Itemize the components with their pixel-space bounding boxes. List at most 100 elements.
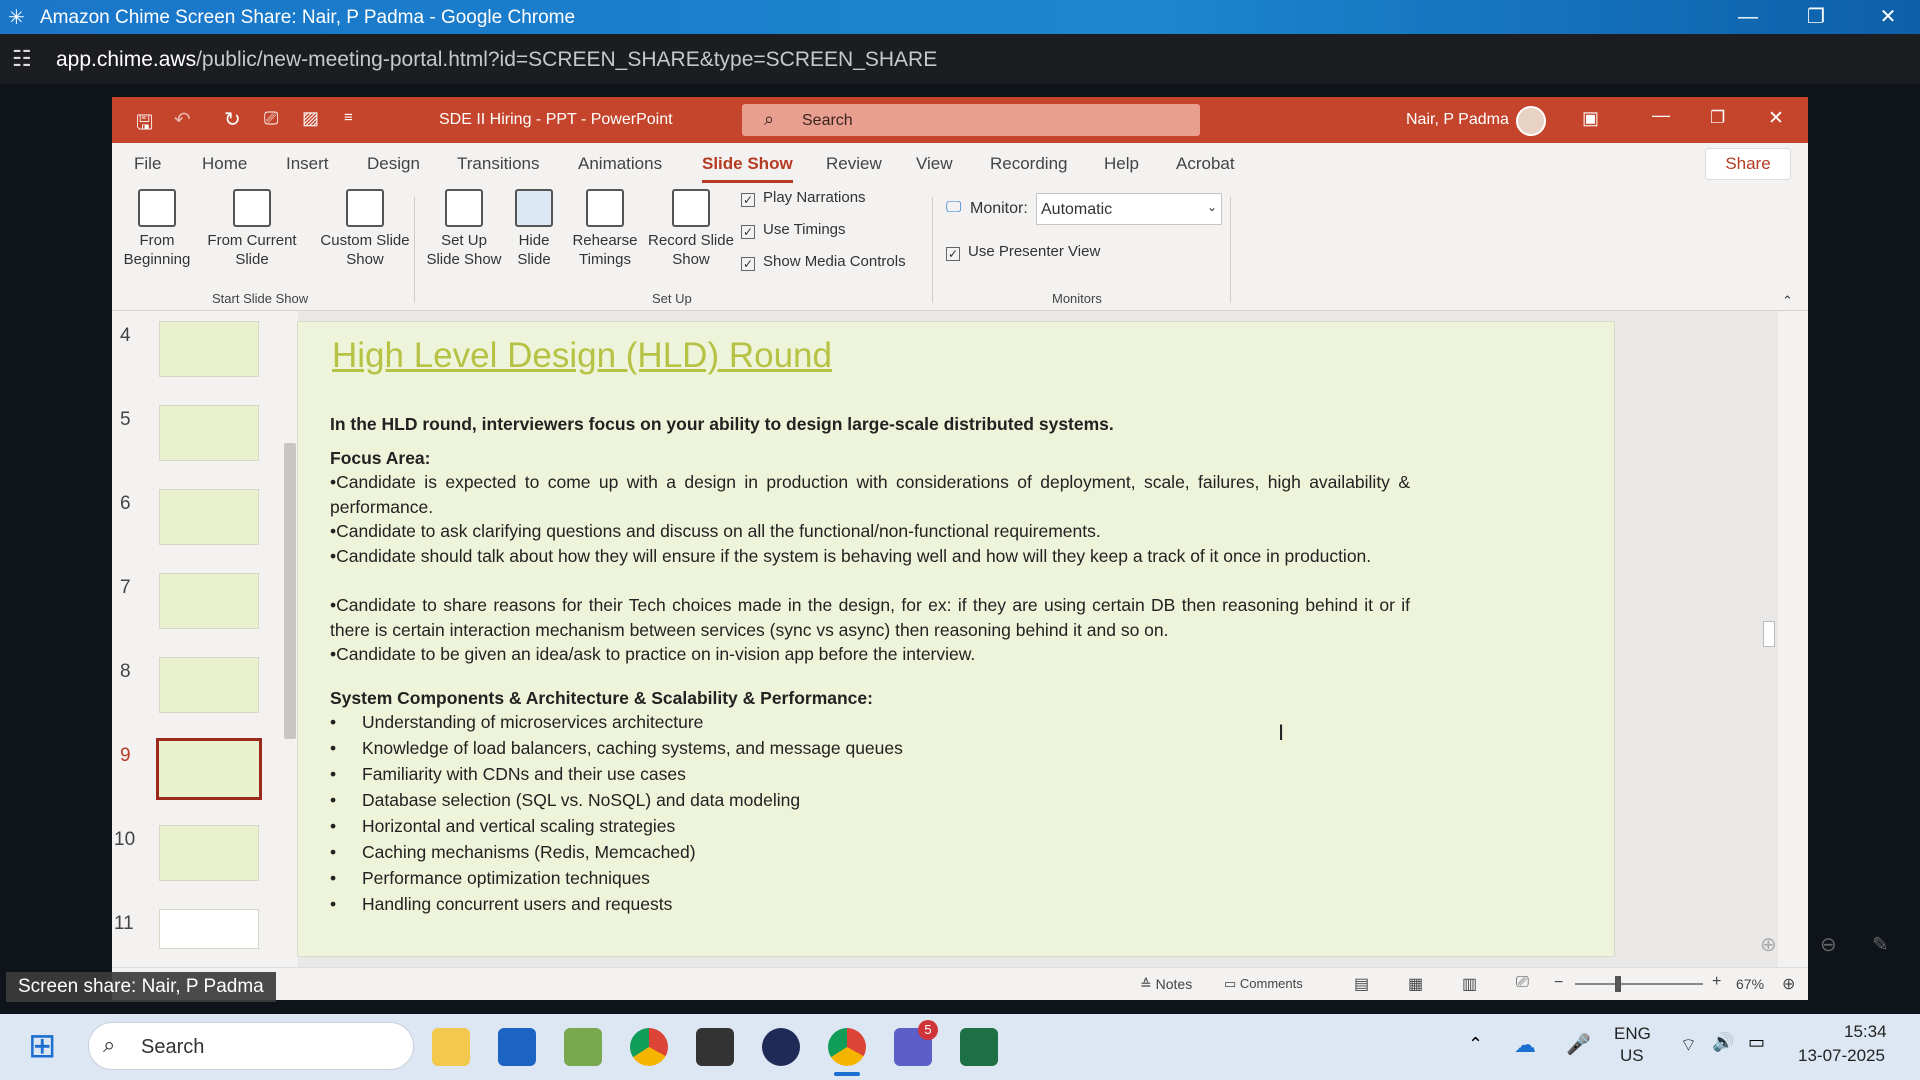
tab-animations[interactable]: Animations (578, 154, 662, 174)
outlook-icon[interactable] (498, 1028, 536, 1066)
from-beginning-button[interactable]: From Beginning (122, 189, 192, 269)
label: Custom Slide Show (320, 232, 410, 268)
app-icon[interactable] (564, 1028, 602, 1066)
zoom-in-icon[interactable]: ⊕ (1760, 932, 1777, 957)
fit-slide-icon[interactable]: ⊕ (1782, 974, 1795, 994)
tab-help[interactable]: Help (1104, 154, 1139, 174)
list-item-text: Horizontal and vertical scaling strategi… (362, 816, 676, 836)
tab-acrobat[interactable]: Acrobat (1176, 154, 1235, 174)
close-icon[interactable]: ✕ (1868, 3, 1908, 31)
restore-icon[interactable]: ❐ (1796, 3, 1836, 31)
slide-thumbnail[interactable] (159, 321, 259, 377)
comments-button[interactable]: ▭ Comments (1224, 976, 1303, 992)
close-icon[interactable]: ✕ (1768, 107, 1784, 130)
minimize-icon[interactable]: — (1728, 3, 1768, 31)
customize-icon[interactable]: ≡ (344, 109, 353, 126)
set-up-slide-show-button[interactable]: Set Up Slide Show (424, 189, 504, 269)
share-button[interactable]: Share (1705, 148, 1791, 180)
use-presenter-view-checkbox[interactable]: ✓ Use Presenter View (946, 243, 1100, 261)
tab-home[interactable]: Home (202, 154, 247, 174)
play-narrations-checkbox[interactable]: ✓ Play Narrations (741, 189, 866, 207)
chevron-up-icon[interactable]: ⌃ (1468, 1034, 1483, 1055)
save-icon[interactable]: 🖫 (136, 108, 153, 142)
slide-sorter-icon[interactable]: ▦ (1408, 974, 1423, 994)
restore-icon[interactable]: ❐ (1710, 108, 1725, 128)
zoom-out-icon[interactable]: ⊖ (1820, 932, 1837, 957)
slide-thumbnail[interactable] (159, 573, 259, 629)
search-box[interactable]: ⌕ Search (742, 104, 1200, 136)
volume-icon[interactable]: 🔊 (1712, 1032, 1734, 1053)
show-media-controls-checkbox[interactable]: ✓ Show Media Controls (741, 253, 906, 271)
tab-design[interactable]: Design (367, 154, 420, 174)
present-icon[interactable]: ⎚ (264, 108, 278, 129)
from-current-slide-button[interactable]: From Current Slide (202, 189, 302, 269)
monitor-select[interactable]: Automatic ⌄ (1036, 193, 1222, 225)
use-timings-checkbox[interactable]: ✓ Use Timings (741, 221, 846, 239)
label: Rehearse Timings (572, 232, 638, 268)
language-primary[interactable]: ENG (1614, 1024, 1651, 1044)
file-explorer-icon[interactable] (432, 1028, 470, 1066)
clock-time[interactable]: 15:34 (1844, 1022, 1887, 1042)
zoom-in-icon[interactable]: + (1712, 973, 1721, 991)
zoom-out-icon[interactable]: − (1554, 974, 1563, 992)
slide-thumbnail[interactable] (159, 657, 259, 713)
address-bar[interactable]: ☷ app.chime.aws/public/new-meeting-porta… (0, 34, 1920, 84)
tab-review[interactable]: Review (826, 154, 882, 174)
hide-slide-button[interactable]: Hide Slide (510, 189, 558, 269)
tab-recording[interactable]: Recording (990, 154, 1068, 174)
reading-view-icon[interactable]: ▥ (1462, 974, 1477, 994)
label: From Current Slide (207, 232, 297, 268)
notes-button[interactable]: ≙ Notes (1140, 976, 1192, 993)
custom-slide-show-button[interactable]: Custom Slide Show (310, 189, 420, 269)
chrome-icon[interactable] (630, 1028, 668, 1066)
user-name[interactable]: Nair, P Padma (1406, 111, 1509, 129)
redo-icon[interactable]: ↻ (224, 107, 241, 132)
tab-slide-show[interactable]: Slide Show (702, 154, 793, 183)
annotate-icon[interactable]: ✎ (1872, 932, 1889, 957)
clock-date[interactable]: 13-07-2025 (1798, 1046, 1885, 1066)
slide-thumbnail[interactable] (159, 909, 259, 949)
tab-view[interactable]: View (916, 154, 953, 174)
ribbon-display-icon[interactable]: ▣ (1582, 108, 1599, 129)
app-icon[interactable] (696, 1028, 734, 1066)
eclipse-icon[interactable] (762, 1028, 800, 1066)
rehearse-timings-button[interactable]: Rehearse Timings (567, 189, 643, 269)
slide-thumbnail[interactable] (159, 489, 259, 545)
taskbar-search[interactable]: ⌕ Search (88, 1022, 414, 1070)
url-text[interactable]: app.chime.aws/public/new-meeting-portal.… (56, 48, 937, 72)
windows-start-icon[interactable]: ⊞ (28, 1028, 57, 1064)
zoom-level[interactable]: 67% (1736, 976, 1764, 992)
site-info-icon[interactable]: ☷ (12, 46, 32, 72)
check-icon: ✓ (741, 225, 755, 239)
microphone-icon[interactable]: 🎤 (1566, 1032, 1591, 1057)
wifi-icon[interactable]: ⌔ (1680, 1034, 1697, 1057)
picture-icon[interactable]: ▨ (302, 108, 319, 129)
slide-thumbnail[interactable] (159, 825, 259, 881)
slide-thumbnail-selected[interactable] (156, 738, 262, 800)
normal-view-icon[interactable]: ▤ (1354, 974, 1369, 994)
record-slide-show-button[interactable]: Record Slide Show (646, 189, 736, 269)
battery-icon[interactable]: ▭ (1748, 1032, 1765, 1053)
language-region[interactable]: US (1620, 1046, 1644, 1066)
window-title: Amazon Chime Screen Share: Nair, P Padma… (40, 7, 576, 28)
scroll-thumb[interactable] (284, 443, 296, 739)
excel-icon[interactable] (960, 1028, 998, 1066)
slide[interactable]: High Level Design (HLD) Round In the HLD… (297, 321, 1615, 957)
tab-transitions[interactable]: Transitions (457, 154, 540, 174)
onedrive-icon[interactable]: ☁ (1514, 1032, 1536, 1058)
undo-icon[interactable]: ↶ (174, 107, 191, 132)
tab-insert[interactable]: Insert (286, 154, 329, 174)
zoom-slider[interactable] (1575, 976, 1703, 992)
canvas-scrollbar[interactable] (1762, 313, 1776, 893)
scroll-thumb[interactable] (1763, 621, 1775, 647)
thumbnails-scrollbar[interactable] (282, 311, 298, 971)
avatar[interactable] (1516, 106, 1546, 136)
zoom-slider-thumb[interactable] (1615, 976, 1621, 992)
slide-thumbnail[interactable] (159, 405, 259, 461)
slideshow-view-icon[interactable]: ⎚ (1516, 974, 1529, 992)
tab-file[interactable]: File (134, 154, 161, 174)
list-item-text: Performance optimization techniques (362, 868, 650, 888)
chrome-active-icon[interactable] (828, 1028, 866, 1066)
minimize-icon[interactable]: — (1652, 105, 1670, 126)
collapse-ribbon-icon[interactable]: ⌃ (1782, 293, 1793, 309)
